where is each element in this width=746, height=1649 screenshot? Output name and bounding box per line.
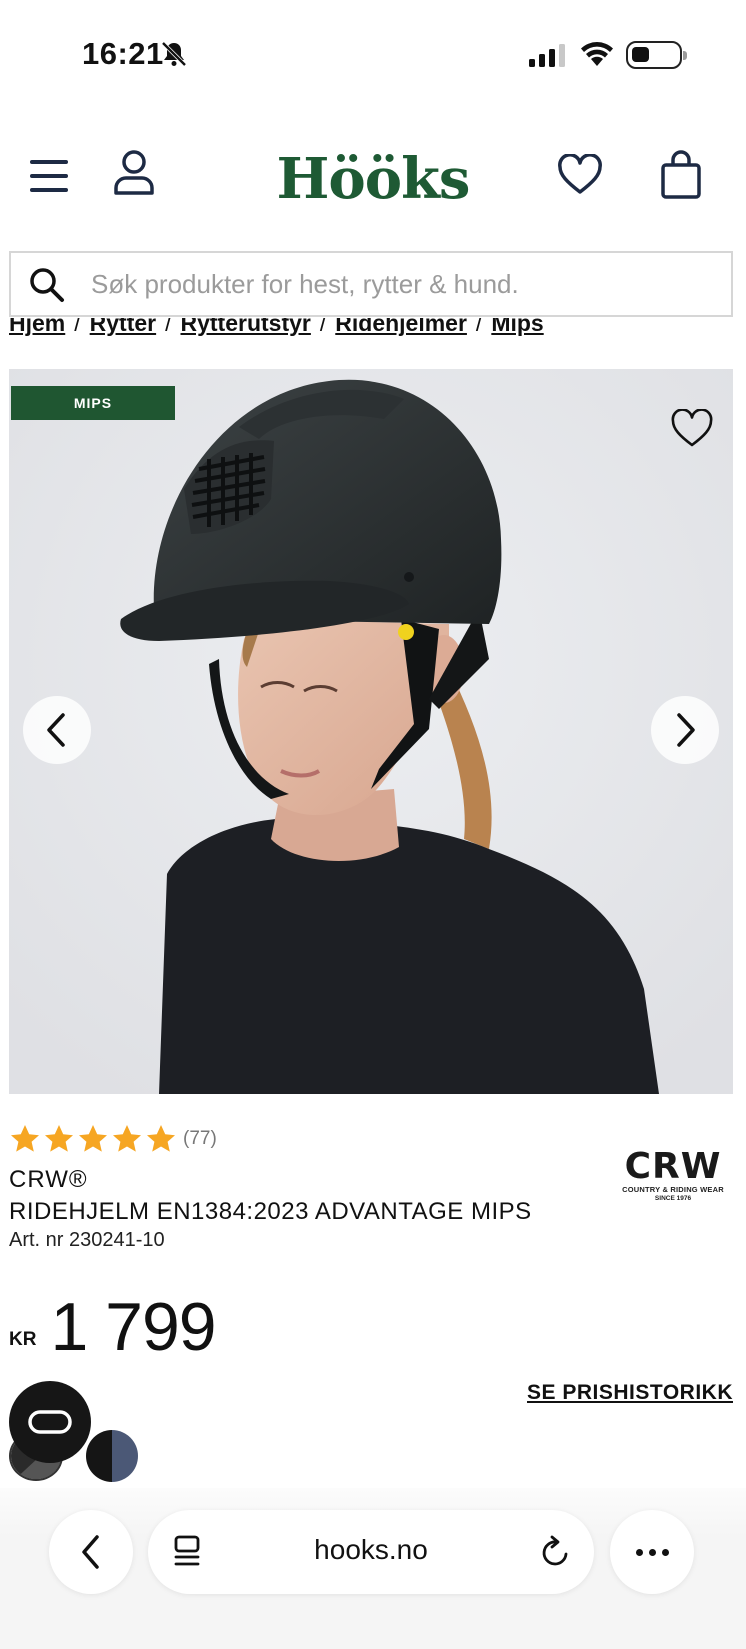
- brand-logo-mark: CRW: [624, 1146, 722, 1187]
- product-brand: CRW®: [9, 1166, 88, 1193]
- breadcrumb: Hjem / Rytter / Rytterutstyr / Ridehjelmer / Mip…: [9, 318, 737, 348]
- price-currency: KR: [9, 1329, 37, 1350]
- brand-logo-since: SINCE 1976: [654, 1195, 692, 1202]
- more-options-button[interactable]: [610, 1510, 694, 1594]
- breadcrumb-rider-equipment[interactable]: Rytterutstyr: [181, 318, 311, 336]
- search-icon: [30, 268, 64, 302]
- price-value: 1 799: [50, 1289, 216, 1365]
- brand-logo[interactable]: CRW COUNTRY & RIDING WEAR SINCE 1976: [614, 1146, 732, 1202]
- brand-logo-subtitle: COUNTRY & RIDING WEAR: [622, 1185, 724, 1194]
- color-swatch-navy[interactable]: [86, 1430, 138, 1482]
- breadcrumb-riding-helmets[interactable]: Ridehjelmer: [335, 318, 467, 336]
- breadcrumb-mips[interactable]: Mips: [491, 318, 543, 336]
- article-number: Art. nr 230241-10: [9, 1229, 165, 1251]
- bell-muted-icon: [161, 41, 187, 67]
- star-icon: [113, 1125, 141, 1152]
- star-icon: [11, 1125, 39, 1152]
- heart-icon[interactable]: [670, 409, 714, 449]
- product-price: KR 1 799: [9, 1289, 217, 1365]
- breadcrumb-rider[interactable]: Rytter: [90, 318, 156, 336]
- site-logo[interactable]: Hööks: [0, 146, 746, 212]
- shopping-bag-icon[interactable]: [660, 150, 702, 200]
- search-bar[interactable]: [9, 251, 733, 317]
- star-icon: [147, 1125, 175, 1152]
- star-icon: [79, 1125, 107, 1152]
- product-image-carousel[interactable]: MIPS: [9, 369, 733, 1094]
- mips-badge: MIPS: [11, 386, 175, 420]
- heart-icon[interactable]: [557, 154, 603, 196]
- carousel-prev-button[interactable]: [23, 696, 91, 764]
- product-title: RIDEHJELM EN1384:2023 ADVANTAGE MIPS: [9, 1198, 532, 1225]
- chat-button[interactable]: [9, 1381, 91, 1463]
- cellular-signal-icon: [529, 44, 565, 67]
- dot: [661, 1548, 669, 1556]
- star-icon: [45, 1125, 73, 1152]
- chat-icon: [28, 1410, 72, 1434]
- carousel-next-button[interactable]: [651, 696, 719, 764]
- browser-back-button[interactable]: [49, 1510, 133, 1594]
- search-input[interactable]: [91, 253, 711, 315]
- reload-icon[interactable]: [540, 1534, 572, 1568]
- chevron-left-icon: [47, 713, 65, 747]
- battery-icon: [626, 41, 687, 69]
- review-count[interactable]: (77): [183, 1128, 217, 1150]
- site-header: Hööks: [0, 140, 746, 220]
- wifi-icon: [581, 42, 613, 66]
- url-text[interactable]: hooks.no: [148, 1534, 594, 1566]
- dot: [635, 1548, 643, 1556]
- browser-toolbar: hooks.no: [0, 1488, 746, 1649]
- price-history-link[interactable]: SE PRISHISTORIKK: [527, 1381, 733, 1405]
- dot: [648, 1548, 656, 1556]
- breadcrumb-home[interactable]: Hjem: [9, 318, 65, 336]
- product-photo: [9, 369, 733, 1094]
- status-bar: 16:21: [0, 0, 746, 110]
- address-bar[interactable]: hooks.no: [148, 1510, 594, 1594]
- status-time: 16:21: [82, 36, 164, 71]
- chevron-right-icon: [677, 713, 695, 747]
- chevron-left-icon: [82, 1535, 99, 1569]
- product-rating[interactable]: (77): [9, 1122, 217, 1156]
